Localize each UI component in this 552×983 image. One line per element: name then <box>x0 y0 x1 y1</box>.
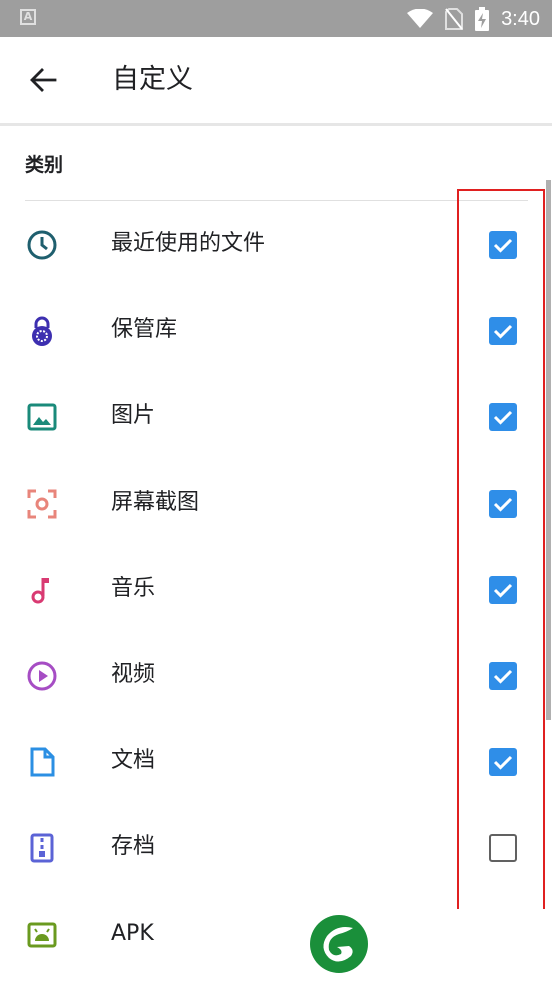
category-label: 文档 <box>111 748 156 774</box>
category-label: 视频 <box>111 661 156 687</box>
watermark-logo <box>310 915 368 973</box>
arrow-back-icon <box>30 68 57 92</box>
clock-icon <box>27 230 57 260</box>
android-icon <box>27 922 57 947</box>
archive-icon <box>30 833 54 863</box>
category-label: 屏幕截图 <box>111 489 200 515</box>
back-button[interactable] <box>24 61 62 99</box>
clock-time: 3:40 <box>501 7 540 30</box>
lock-icon <box>32 316 52 347</box>
category-label: 最近使用的文件 <box>111 231 266 256</box>
wifi-icon <box>407 9 434 28</box>
category-label: 存档 <box>111 834 156 860</box>
app-bar: 自定义 <box>0 37 552 126</box>
notification-a-icon: A <box>20 9 36 25</box>
document-icon <box>30 747 55 777</box>
screenshot-icon <box>27 489 57 519</box>
battery-charging-icon <box>475 7 490 31</box>
category-label: APK <box>111 920 154 946</box>
category-label: 音乐 <box>111 575 156 601</box>
category-label: 图片 <box>111 403 156 429</box>
highlight-box <box>457 189 545 909</box>
section-title: 类别 <box>25 154 64 176</box>
image-icon <box>27 403 57 431</box>
status-bar: A 3:40 <box>0 0 552 37</box>
category-label: 保管库 <box>111 317 178 343</box>
play-icon <box>27 661 57 691</box>
scrollbar[interactable] <box>546 180 551 720</box>
page-title: 自定义 <box>112 64 193 95</box>
music-note-icon <box>31 577 49 604</box>
no-sim-icon <box>445 8 464 30</box>
